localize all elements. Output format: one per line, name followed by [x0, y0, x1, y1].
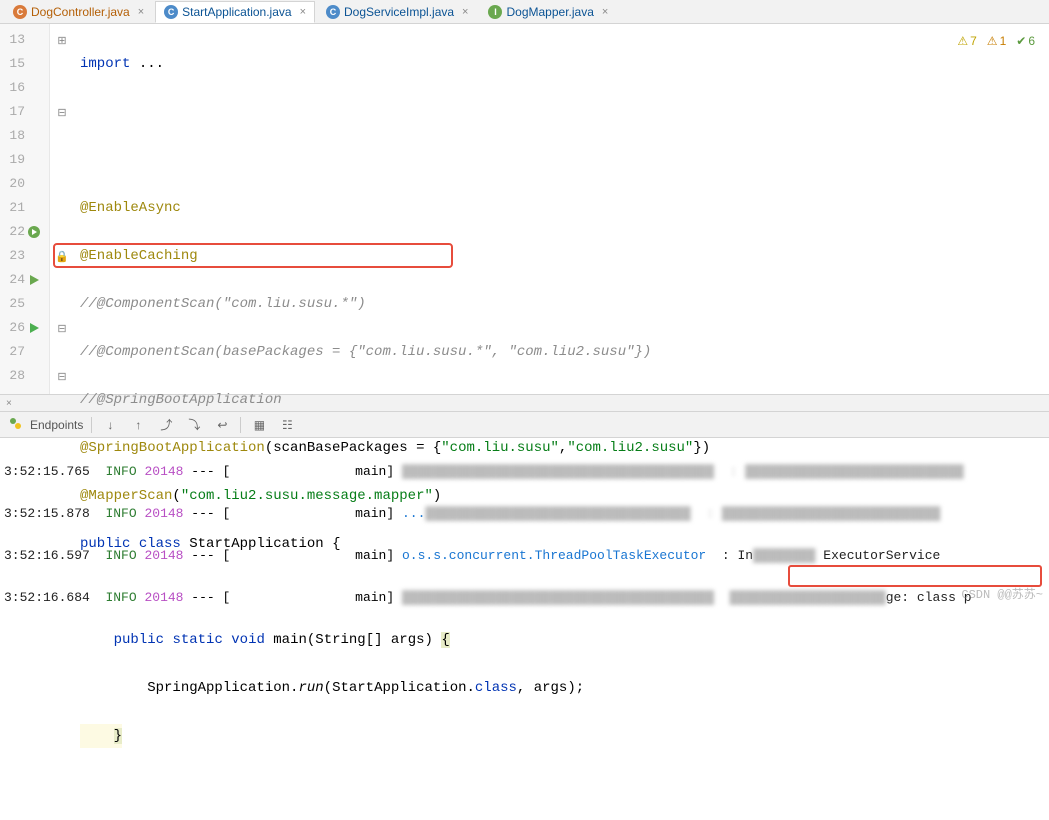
comment: //@ComponentScan(basePackages = {"com.li… [80, 344, 651, 360]
code-editor[interactable]: 13 15 16 17 18 19 20 21 22 23 24 25 26 2… [0, 24, 1049, 394]
fold-icon[interactable]: ⊟ [57, 370, 66, 383]
keyword: import [80, 56, 130, 72]
code-text: , args); [517, 680, 584, 696]
keyword: static [172, 632, 222, 648]
class-icon: C [13, 5, 27, 19]
comment: //@SpringBootApplication [80, 392, 282, 408]
warning-badge[interactable]: ⚠7 [957, 34, 976, 48]
highlight-started [788, 565, 1042, 587]
class-icon: C [164, 5, 178, 19]
code-content[interactable]: import ... @EnableAsync @EnableCaching /… [74, 24, 1049, 394]
log-line: 3:52:16.597 INFO 20148 --- [ main] o.s.s… [4, 545, 1045, 566]
tab-label: DogMapper.java [506, 5, 593, 19]
line-number: 26 [0, 316, 25, 340]
interface-icon: I [488, 5, 502, 19]
line-number: 19 [0, 148, 25, 172]
fold-icon[interactable]: ⊟ [57, 106, 66, 119]
line-number: 27 [0, 340, 25, 364]
log-line: 3:52:15.878 INFO 20148 --- [ main] ...██… [4, 503, 1045, 524]
close-icon[interactable]: × [138, 6, 144, 18]
keyword: void [231, 632, 265, 648]
line-number: 25 [0, 292, 25, 316]
fold-icon[interactable]: ⊟ [57, 322, 66, 335]
badge-count: 7 [970, 34, 977, 48]
endpoints-label[interactable]: Endpoints [30, 418, 83, 432]
keyword: class [475, 680, 517, 696]
error-badge[interactable]: ⚠1 [987, 34, 1006, 48]
line-number: 13 [0, 28, 25, 52]
inspection-badges[interactable]: ⚠7 ⚠1 ✔6 [957, 34, 1035, 48]
watermark: CSDN @@苏苏~ [961, 585, 1043, 606]
tab-label: StartApplication.java [182, 5, 291, 19]
line-number: 23 [0, 244, 25, 268]
fold-icon[interactable]: ⊞ [57, 34, 66, 47]
line-number: 28 [0, 364, 25, 388]
close-icon[interactable]: × [462, 6, 468, 18]
run-console[interactable]: 3:52:15.765 INFO 20148 --- [ main] █████… [0, 438, 1049, 620]
badge-count: 6 [1028, 34, 1035, 48]
code-text: ... [130, 56, 164, 72]
code-text: main [265, 632, 307, 648]
line-number: 17 [0, 100, 25, 124]
close-icon[interactable]: × [300, 6, 306, 18]
spring-run-icon[interactable] [25, 220, 43, 244]
tab-dogmapper[interactable]: I DogMapper.java × [479, 1, 617, 22]
log-line: 3:52:15.765 INFO 20148 --- [ main] █████… [4, 461, 1045, 482]
keyword: public [114, 632, 164, 648]
line-number: 22 [0, 220, 25, 244]
class-icon: C [326, 5, 340, 19]
ok-badge[interactable]: ✔6 [1016, 34, 1035, 48]
editor-tabs: C DogController.java × C StartApplicatio… [0, 0, 1049, 24]
endpoints-icon[interactable] [8, 416, 22, 433]
code-text: (StartApplication. [324, 680, 475, 696]
annotation: @EnableAsync [80, 200, 181, 216]
tab-label: DogServiceImpl.java [344, 5, 454, 19]
code-text: { [441, 632, 449, 648]
code-text: SpringApplication [147, 680, 290, 696]
tab-dogserviceimpl[interactable]: C DogServiceImpl.java × [317, 1, 477, 22]
line-number: 21 [0, 196, 25, 220]
log-line: 3:52:16.684 INFO 20148 --- [ main] █████… [4, 587, 1045, 608]
line-gutter: 13 15 16 17 18 19 20 21 22 23 24 25 26 2… [0, 24, 50, 394]
line-number: 18 [0, 124, 25, 148]
badge-count: 1 [1000, 34, 1007, 48]
code-text: } [114, 728, 122, 744]
line-number: 24 [0, 268, 25, 292]
tab-startapplication[interactable]: C StartApplication.java × [155, 1, 315, 23]
lock-icon: 🔒 [55, 250, 69, 263]
run-method-icon[interactable] [25, 316, 43, 340]
close-icon[interactable]: × [602, 6, 608, 18]
line-number: 20 [0, 172, 25, 196]
tab-dogcontroller[interactable]: C DogController.java × [4, 1, 153, 22]
line-number: 16 [0, 76, 25, 100]
comment: //@ComponentScan("com.liu.susu.*") [80, 296, 366, 312]
annotation: @EnableCaching [80, 248, 198, 264]
tab-label: DogController.java [31, 5, 130, 19]
fold-gutter: ⊞ ⊟ 🔒 ⊟ ⊟ [50, 24, 74, 394]
run-class-icon[interactable] [25, 268, 43, 292]
code-text: (String[] args) [307, 632, 441, 648]
code-text: . [290, 680, 298, 696]
method: run [298, 680, 323, 696]
line-number: 15 [0, 52, 25, 76]
